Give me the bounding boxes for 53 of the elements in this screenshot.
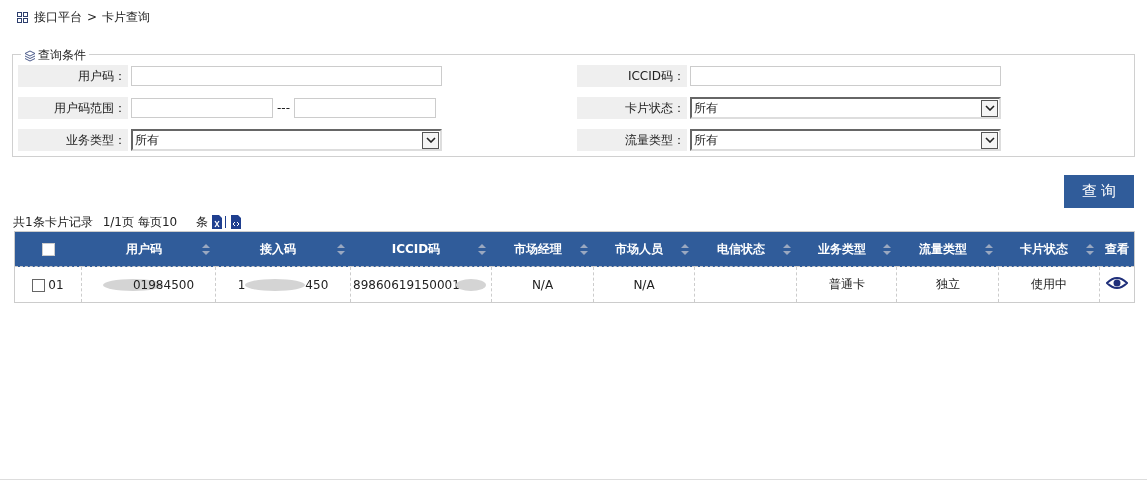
table-cell: N/A (531, 277, 554, 292)
table-cell: 独立 (935, 276, 960, 293)
section-legend: 查询条件 (38, 47, 86, 64)
record-count: 共1条卡片记录 (13, 213, 93, 231)
input-field[interactable] (131, 66, 442, 86)
row-checkbox[interactable] (32, 278, 46, 292)
field-label: 卡片状态： (577, 97, 687, 119)
view-icon[interactable] (1106, 276, 1128, 290)
column-header: 查看 (1104, 240, 1129, 258)
page-size-unit: 条 (196, 213, 209, 231)
page-count: 1/1页 (102, 213, 134, 231)
table-cell: 1 (237, 277, 246, 292)
column-header[interactable]: 卡片状态 (1020, 240, 1068, 258)
table-cell: 普通卡 (828, 276, 865, 293)
select-dropdown[interactable]: 所有 (690, 129, 1001, 151)
excel-file-icon (212, 215, 223, 229)
column-header[interactable]: 电信状态 (716, 240, 765, 258)
page-size: 每页10 (137, 213, 178, 231)
select-dropdown[interactable]: 所有 (131, 129, 442, 151)
table-cell: 450 (305, 277, 329, 292)
column-header[interactable]: 用户码 (125, 240, 162, 258)
column-header[interactable]: 业务类型 (817, 240, 866, 258)
table-cell: 使用中 (1031, 276, 1067, 293)
field-label: 流量类型： (577, 129, 687, 151)
select-dropdown[interactable]: 所有 (690, 97, 1001, 119)
column-header[interactable]: ICCID码 (391, 240, 441, 258)
code-file-icon (231, 215, 242, 229)
input-field[interactable] (131, 98, 273, 118)
table-cell: 89860619150001 (353, 277, 460, 292)
breadcrumb-item[interactable]: 接口平台 (34, 8, 82, 26)
layers-icon (24, 49, 36, 62)
chevron-down-icon (984, 105, 995, 111)
field-label: 用户码范围： (18, 97, 128, 119)
column-header[interactable]: 市场经理 (513, 240, 562, 258)
field-label: 业务类型： (18, 129, 128, 151)
input-field[interactable] (294, 98, 436, 118)
column-header[interactable]: 接入码 (260, 240, 296, 258)
chevron-down-icon (984, 137, 995, 143)
input-field[interactable] (690, 66, 1001, 86)
table-cell: 01984500 (132, 277, 195, 292)
row-number: 01 (48, 277, 64, 292)
search-button[interactable]: 查 询 (1064, 175, 1134, 208)
range-separator: --- (277, 101, 290, 115)
grid-icon (17, 11, 28, 23)
breadcrumb-separator: > (87, 10, 98, 24)
select-all-checkbox[interactable] (41, 243, 55, 256)
column-header[interactable]: 市场人员 (615, 240, 663, 258)
chevron-down-icon (425, 137, 436, 143)
field-label: 用户码： (18, 65, 128, 87)
table-cell: N/A (633, 277, 655, 292)
field-label: ICCID码： (577, 65, 687, 87)
column-header[interactable]: 流量类型 (918, 240, 967, 258)
breadcrumb-item: 卡片查询 (102, 8, 151, 26)
